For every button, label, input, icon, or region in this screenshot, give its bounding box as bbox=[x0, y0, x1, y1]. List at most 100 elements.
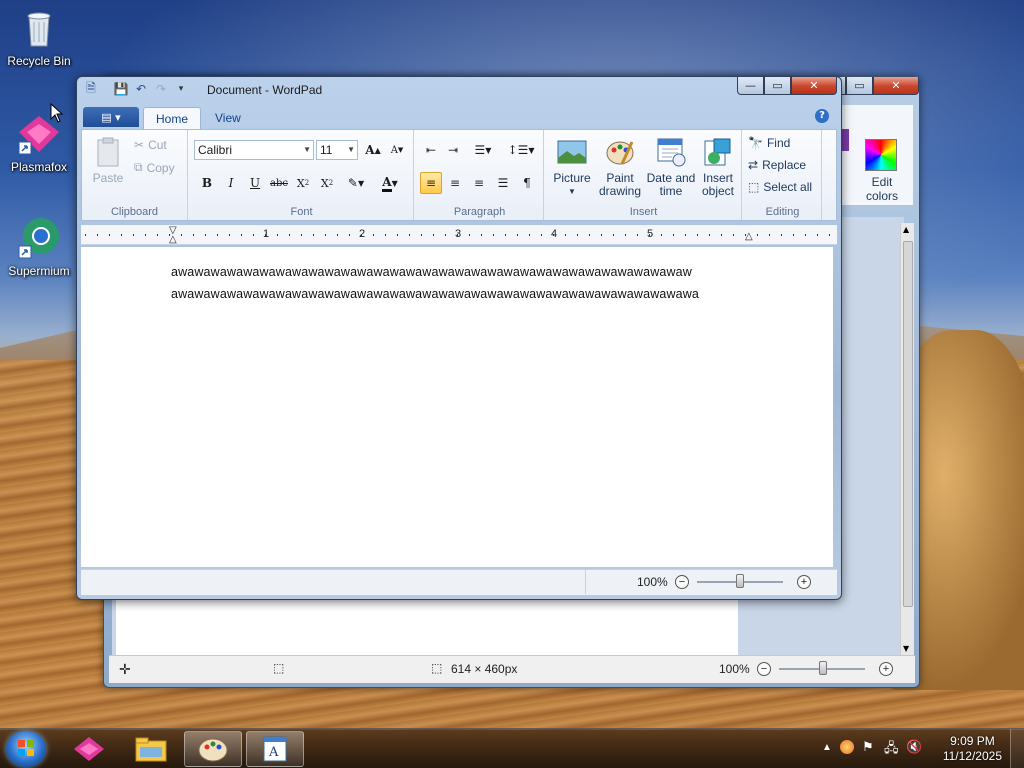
find-button[interactable]: 🔭 Find bbox=[748, 136, 790, 150]
maximize-button[interactable]: ▭ bbox=[764, 77, 791, 95]
close-button[interactable]: ✕ bbox=[791, 77, 837, 95]
subscript-button[interactable]: X2 bbox=[292, 172, 314, 194]
paint-maximize-button[interactable]: ▭ bbox=[846, 77, 873, 95]
line-spacing-button[interactable]: ↕☰ ▼ bbox=[504, 139, 538, 161]
show-hidden-icons-button[interactable]: ▲ bbox=[822, 742, 832, 753]
paint-zoom-in-button[interactable]: + bbox=[879, 662, 893, 676]
paint-status-bar: ✛ ⬚ ⬚ 614 × 460px 100% − + bbox=[109, 655, 915, 683]
highlight-color-button[interactable]: ✎ ▼ bbox=[340, 172, 372, 194]
date-time-label-2: time bbox=[659, 184, 683, 198]
network-icon[interactable]: 🖧 bbox=[884, 739, 899, 761]
copy-icon: ⧉ bbox=[134, 160, 143, 174]
decrease-indent-button[interactable]: ⇤ bbox=[420, 139, 442, 161]
chevron-down-icon: ▼ bbox=[485, 145, 492, 155]
font-color-button[interactable]: A ▼ bbox=[374, 172, 406, 194]
italic-button[interactable]: I bbox=[220, 172, 242, 194]
windows-logo-icon bbox=[18, 740, 34, 756]
paint-close-button[interactable]: ✕ bbox=[873, 77, 919, 95]
wordpad-window[interactable]: 🗎 💾 ↶ ↷ ▾ Document - WordPad — ▭ ✕ ▤ ▾ H… bbox=[76, 76, 842, 600]
align-center-icon: ≡ bbox=[449, 176, 461, 190]
superscript-button[interactable]: X2 bbox=[316, 172, 338, 194]
tray-app-icon[interactable] bbox=[840, 740, 854, 754]
taskbar-plasmafox[interactable] bbox=[60, 731, 118, 767]
zoom-in-button[interactable]: + bbox=[797, 575, 811, 589]
tab-home[interactable]: Home bbox=[143, 107, 202, 129]
redo-icon[interactable]: ↷ bbox=[153, 81, 169, 97]
show-desktop-button[interactable] bbox=[1010, 729, 1024, 768]
picture-button[interactable]: Picture ▼ bbox=[550, 136, 594, 198]
clipboard-group: Paste ✂ Cut ⧉ Copy Clipboard bbox=[82, 130, 188, 220]
document-area[interactable]: awawawawawawawawawawawawawawawawawawawaw… bbox=[81, 247, 833, 567]
desktop-icon-recycle-bin[interactable]: Recycle Bin bbox=[2, 6, 76, 68]
align-center-button[interactable]: ≡ bbox=[444, 172, 466, 194]
justify-button[interactable]: ☰ bbox=[492, 172, 514, 194]
window-title: Document - WordPad bbox=[207, 83, 323, 97]
taskbar-paint[interactable] bbox=[184, 731, 242, 767]
application-menu-button[interactable]: ▤ ▾ bbox=[83, 107, 139, 127]
cut-button[interactable]: ✂ Cut bbox=[134, 138, 167, 152]
wordpad-titlebar[interactable]: 🗎 💾 ↶ ↷ ▾ Document - WordPad — ▭ ✕ bbox=[77, 77, 841, 103]
zoom-out-button[interactable]: − bbox=[675, 575, 689, 589]
document-line: awawawawawawawawawawawawawawawawawawawaw… bbox=[171, 265, 692, 279]
zoom-slider-thumb[interactable] bbox=[736, 574, 744, 588]
font-size-select[interactable]: 11 ▼ bbox=[316, 140, 358, 160]
strikethrough-button[interactable]: abc bbox=[268, 172, 290, 194]
paragraph-dialog-button[interactable]: ¶ bbox=[516, 172, 538, 194]
font-family-select[interactable]: Calibri ▼ bbox=[194, 140, 314, 160]
insert-object-label-2: object bbox=[701, 184, 735, 198]
paint-drawing-button[interactable]: Paint drawing bbox=[596, 136, 644, 198]
undo-icon[interactable]: ↶ bbox=[133, 81, 149, 97]
outdent-icon: ⇤ bbox=[425, 143, 437, 157]
paint-zoom-out-button[interactable]: − bbox=[757, 662, 771, 676]
tab-view[interactable]: View bbox=[203, 107, 253, 129]
insert-object-button[interactable]: Insert object bbox=[696, 136, 740, 198]
ribbon-tabs: ▤ ▾ Home View ? bbox=[81, 105, 837, 129]
edit-colors-button[interactable]: Edit colors bbox=[855, 175, 909, 203]
replace-label: Replace bbox=[762, 158, 807, 172]
taskbar-wordpad[interactable]: A bbox=[246, 731, 304, 767]
scroll-up-icon[interactable]: ▲ bbox=[903, 225, 909, 234]
select-all-button[interactable]: ⬚ Select all bbox=[748, 180, 812, 194]
paragraph-group: ⇤ ⇥ ☰ ▼ ↕☰ ▼ ≡ ≡ ≡ ☰ ¶ Paragraph bbox=[416, 130, 544, 220]
paint-vertical-scrollbar[interactable]: ▲ ▼ bbox=[900, 223, 914, 655]
paint-zoom-thumb[interactable] bbox=[819, 661, 827, 675]
copy-button[interactable]: ⧉ Copy bbox=[134, 160, 175, 175]
desktop-icon-plasmafox[interactable]: Plasmafox bbox=[2, 112, 76, 174]
save-icon[interactable]: 💾 bbox=[113, 81, 129, 97]
move-cursor-icon: ✛ bbox=[119, 661, 131, 677]
align-left-button[interactable]: ≡ bbox=[420, 172, 442, 194]
volume-muted-icon[interactable]: 🔇 bbox=[906, 739, 922, 755]
line-spacing-icon: ↕☰ bbox=[507, 143, 529, 157]
align-right-button[interactable]: ≡ bbox=[468, 172, 490, 194]
paint-canvas[interactable] bbox=[116, 597, 738, 657]
minimize-button[interactable]: — bbox=[737, 77, 764, 95]
shrink-font-button[interactable]: A ▼ bbox=[386, 139, 408, 161]
wordpad-app-icon[interactable]: 🗎 bbox=[83, 81, 99, 97]
underline-button[interactable]: U bbox=[244, 172, 266, 194]
grow-font-button[interactable]: A ▲ bbox=[362, 139, 384, 161]
customize-qat-icon[interactable]: ▾ bbox=[173, 81, 189, 97]
status-divider bbox=[585, 570, 586, 594]
bullets-button[interactable]: ☰ ▼ bbox=[466, 139, 500, 161]
desktop-icon-label: Recycle Bin bbox=[7, 54, 71, 68]
font-group: Calibri ▼ 11 ▼ A ▲ A ▼ B I U abc X2 X2 ✎ ▼ A ▼… bbox=[190, 130, 414, 220]
increase-indent-button[interactable]: ⇥ bbox=[442, 139, 464, 161]
replace-button[interactable]: ⇄ Replace bbox=[748, 158, 806, 172]
action-center-flag-icon[interactable]: ⚑ bbox=[862, 739, 874, 755]
paste-button[interactable]: Paste bbox=[88, 136, 128, 185]
date-time-button[interactable]: Date and time bbox=[646, 136, 696, 198]
scroll-down-icon[interactable]: ▼ bbox=[903, 644, 909, 653]
bold-button[interactable]: B bbox=[196, 172, 218, 194]
clock[interactable]: 9:09 PM 11/12/2025 bbox=[943, 734, 1002, 764]
start-button[interactable] bbox=[6, 731, 46, 767]
font-color-icon: A bbox=[382, 175, 392, 192]
right-indent-marker[interactable]: △ bbox=[745, 231, 753, 242]
chevron-down-icon: ▼ bbox=[528, 145, 535, 155]
paint-scroll-thumb[interactable] bbox=[903, 241, 913, 607]
ruler[interactable]: ▽ △ △ 1 2 3 4 5 bbox=[81, 225, 837, 245]
picture-icon bbox=[556, 136, 588, 168]
taskbar-file-explorer[interactable] bbox=[122, 731, 180, 767]
clock-date: 11/12/2025 bbox=[942, 749, 1002, 763]
desktop-icon-supermium[interactable]: Supermium bbox=[2, 216, 76, 278]
help-icon[interactable]: ? bbox=[815, 109, 829, 123]
